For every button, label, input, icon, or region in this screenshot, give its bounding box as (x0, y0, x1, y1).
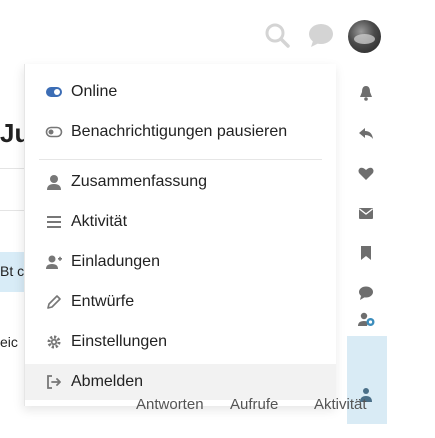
tab-views[interactable]: Aufrufe (230, 396, 278, 413)
list-icon (45, 213, 63, 231)
user-icon (45, 173, 63, 191)
menu-item-label: Einstellungen (71, 333, 168, 350)
menu-item-logout[interactable]: Abmelden (25, 364, 336, 400)
menu-item-label: Einladungen (71, 253, 160, 270)
user-plus-icon (45, 253, 63, 271)
user-menu-tabs (347, 72, 387, 424)
menu-item-label: Abmelden (71, 373, 144, 390)
tab-activity[interactable]: Aktivität (314, 396, 367, 413)
search-icon[interactable] (264, 22, 290, 48)
background-divider (0, 210, 24, 211)
chat-icon[interactable] (307, 22, 333, 48)
menu-item-label: Aktivität (71, 213, 128, 230)
menu-item-settings[interactable]: Einstellungen (25, 324, 336, 360)
menu-item-activity[interactable]: Aktivität (25, 204, 336, 240)
sign-out-icon (45, 373, 63, 391)
status-online-icon (45, 83, 63, 101)
user-menu: Online Benachrichtigungen pausieren Zusa… (24, 64, 336, 406)
bookmark-icon[interactable] (357, 244, 375, 262)
menu-item-drafts[interactable]: Entwürfe (25, 284, 336, 320)
heart-icon[interactable] (357, 164, 375, 182)
pencil-icon (45, 293, 63, 311)
comment-icon[interactable] (357, 284, 375, 302)
user-badge-icon[interactable] (357, 310, 375, 328)
reply-icon[interactable] (357, 124, 375, 142)
menu-item-label: Zusammenfassung (71, 173, 208, 190)
menu-item-label: Online (71, 83, 118, 100)
background-text-fragment: Bt c (0, 263, 25, 279)
tab-answers[interactable]: Antworten (136, 396, 204, 413)
user-avatar[interactable] (348, 20, 381, 53)
menu-item-pause-notifications[interactable]: Benachrichtigungen pausieren (25, 114, 336, 150)
menu-divider (39, 159, 322, 160)
menu-item-label: Benachrichtigungen pausieren (71, 123, 288, 140)
menu-item-invites[interactable]: Einladungen (25, 244, 336, 280)
cog-icon (45, 333, 63, 351)
page: Ju Bt c eic Online Benachrichtigungen pa… (0, 0, 435, 438)
background-text-fragment: eic (0, 334, 18, 350)
envelope-icon[interactable] (357, 204, 375, 222)
toggle-off-icon (45, 123, 63, 141)
background-divider (0, 168, 24, 169)
bell-icon[interactable] (357, 84, 375, 102)
menu-item-label: Entwürfe (71, 293, 135, 310)
menu-item-summary[interactable]: Zusammenfassung (25, 164, 336, 200)
menu-item-online[interactable]: Online (25, 74, 336, 110)
